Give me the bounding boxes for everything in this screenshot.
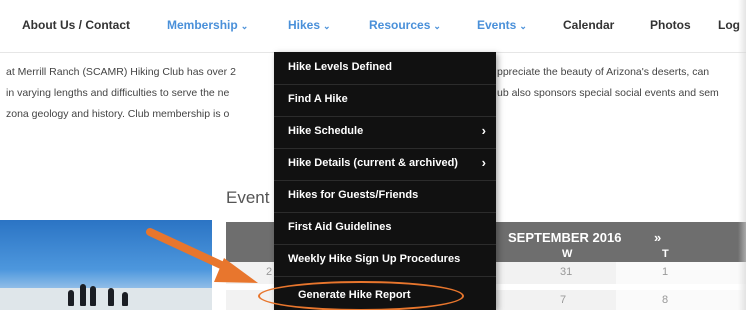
- page-edge-shadow: [738, 0, 746, 310]
- annotation-highlight-oval: [258, 281, 464, 310]
- page: About Us / Contact Membership ⌄ Hikes ⌄ Re…: [0, 0, 746, 310]
- annotation-arrow-icon: [146, 228, 258, 283]
